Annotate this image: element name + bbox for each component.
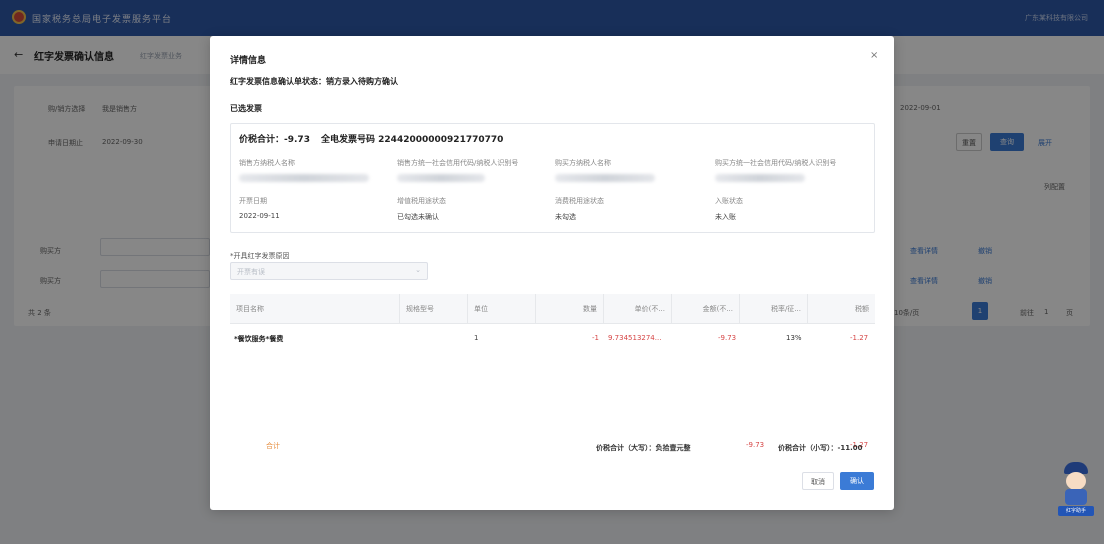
issue-date-label: 开票日期 bbox=[239, 197, 267, 205]
close-icon[interactable]: × bbox=[870, 50, 878, 61]
invoice-info-box: 价税合计：-9.73 全电发票号码 22442000000921770770 销… bbox=[230, 123, 875, 233]
detail-modal: 详情信息 × 红字发票信息确认单状态：销方录入待购方确认 已选发票 价税合计：-… bbox=[210, 36, 894, 510]
invoice-number-value: 22442000000921770770 bbox=[378, 135, 504, 145]
issue-date-value: 2022-09-11 bbox=[239, 212, 280, 220]
modal-title: 详情信息 bbox=[230, 56, 267, 66]
col-unit: 单位 bbox=[468, 294, 536, 324]
invoice-number: 全电发票号码 22442000000921770770 bbox=[321, 135, 504, 145]
total-uppercase: 价税合计（大写）：负拾壹元整 bbox=[596, 444, 691, 452]
seller-name-label: 销售方纳税人名称 bbox=[239, 159, 295, 167]
buyer-name-label: 购买方纳税人名称 bbox=[555, 159, 611, 167]
mascot-tag: 红字助手 bbox=[1058, 506, 1094, 516]
mascot-face-icon bbox=[1066, 472, 1086, 490]
total-lowercase: 价税合计（小写）：-11.00 bbox=[778, 444, 863, 452]
amount-value: -9.73 bbox=[284, 135, 310, 145]
seller-id-value bbox=[397, 174, 485, 182]
confirm-status: 红字发票信息确认单状态：销方录入待购方确认 bbox=[230, 77, 398, 86]
consumption-tax-label: 消费税用途状态 bbox=[555, 197, 604, 205]
cancel-button[interactable]: 取消 bbox=[802, 472, 834, 490]
table-header: 项目名称 规格型号 单位 数量 单价(不... 金额(不... 税率/征... … bbox=[230, 294, 875, 324]
chevron-down-icon: ⌄ bbox=[415, 266, 421, 274]
vat-use-value: 已勾选未确认 bbox=[397, 213, 439, 221]
col-tax: 税额 bbox=[855, 305, 869, 313]
item-rate: 13% bbox=[786, 334, 802, 342]
buyer-id-value bbox=[715, 174, 805, 182]
item-tax: -1.27 bbox=[850, 334, 869, 342]
col-qty: 数量 bbox=[536, 294, 604, 324]
col-amount: 金额(不... bbox=[672, 294, 740, 324]
vat-use-label: 增值税用途状态 bbox=[397, 197, 446, 205]
reason-label: *开具红字发票原因 bbox=[230, 252, 290, 260]
reason-placeholder: 开票有误 bbox=[237, 268, 265, 276]
item-name: *餐饮服务*餐费 bbox=[234, 335, 284, 343]
total-amount: -9.73 bbox=[746, 441, 765, 449]
mascot-body-icon bbox=[1065, 489, 1087, 505]
col-price: 单价(不... bbox=[604, 294, 672, 324]
col-spec: 规格型号 bbox=[400, 294, 468, 324]
col-item-name: 项目名称 bbox=[230, 294, 400, 324]
account-status-value: 未入账 bbox=[715, 213, 736, 221]
buyer-name-value bbox=[555, 174, 655, 182]
item-amount: -9.73 bbox=[718, 334, 737, 342]
seller-id-label: 销售方统一社会信用代码/纳税人识别号 bbox=[397, 159, 519, 167]
account-status-label: 入账状态 bbox=[715, 197, 743, 205]
item-unit: 1 bbox=[474, 334, 479, 342]
item-price: 9.734513274... bbox=[608, 334, 662, 342]
item-qty: -1 bbox=[592, 334, 599, 342]
seller-name-value bbox=[239, 174, 369, 182]
assistant-mascot[interactable]: 红字助手 bbox=[1056, 462, 1096, 518]
total-label: 合计 bbox=[266, 442, 280, 450]
amount-label: 价税合计：-9.73 bbox=[239, 135, 310, 145]
section-title: 已选发票 bbox=[230, 104, 262, 113]
buyer-id-label: 购买方统一社会信用代码/纳税人识别号 bbox=[715, 159, 837, 167]
consumption-tax-value: 未勾选 bbox=[555, 213, 576, 221]
col-rate: 税率/征... bbox=[740, 294, 808, 324]
confirm-button[interactable]: 确认 bbox=[840, 472, 874, 490]
reason-select[interactable]: 开票有误 ⌄ bbox=[230, 262, 428, 280]
